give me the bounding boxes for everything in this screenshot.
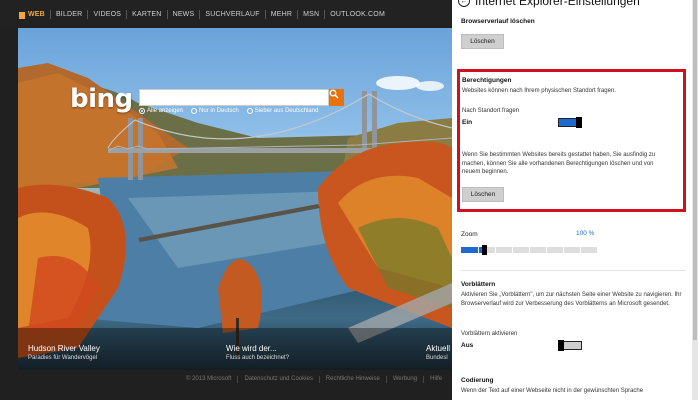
caption-title: Aktuell — [426, 344, 451, 353]
bing-top-navigation: WEB BILDER VIDEOS KARTEN NEWS SUCHVERLAUF MEHR… — [0, 0, 452, 28]
nav-item-suchverlauf[interactable]: SUCHVERLAUF — [200, 11, 264, 18]
permissions-description: Websites können nach Ihrem physischen St… — [462, 88, 616, 94]
radio-from-germany[interactable]: Sieber aus Deutschland — [246, 108, 319, 114]
location-label: Nach Standort fragen — [462, 108, 520, 114]
caption-news[interactable]: Aktuell Bundesl — [426, 344, 450, 370]
clear-permissions-button[interactable]: Löschen — [462, 187, 504, 202]
radio-label: Sieber aus Deutschland — [254, 108, 319, 114]
nav-item-web[interactable]: WEB — [18, 11, 50, 19]
panel-title: Internet Explorer-Einstellungen — [475, 0, 640, 8]
nav-item-outlook-com[interactable]: OUTLOOK.COM — [325, 11, 390, 18]
copyright: © 2013 Microsoft — [186, 376, 232, 382]
permissions-info: Wenn Sie bestimmten Websites bereits ges… — [462, 152, 656, 175]
caption-subtitle: Fluss auch bezeichnet? — [226, 355, 290, 361]
footer-link-help[interactable]: Hilfe — [424, 376, 448, 382]
zoom-segment-divider — [529, 247, 530, 253]
nav-item-bilder[interactable]: BILDER — [51, 11, 88, 18]
caption-subtitle: Bundesl — [426, 355, 448, 361]
footer-link-legal[interactable]: Rechtliche Hinweise — [320, 376, 386, 382]
nav-item-mehr[interactable]: MEHR — [266, 11, 297, 18]
zoom-slider[interactable] — [461, 245, 597, 255]
nav-item-msn[interactable]: MSN — [298, 11, 324, 18]
caption-quiz[interactable]: Wie wird der... Fluss auch bezeichnet? — [226, 344, 289, 370]
search-scope-options: Alle anzeigen Nur in Deutsch Sieber aus … — [139, 108, 318, 114]
flip-ahead-toggle-label: Vorblättern aktivieren — [461, 331, 518, 337]
location-state: Ein — [462, 119, 473, 126]
bing-page: WEB BILDER VIDEOS KARTEN NEWS SUCHVERLAUF MEHR… — [0, 0, 452, 400]
zoom-segment-divider — [478, 247, 479, 253]
radio-label: Nur in Deutsch — [199, 108, 239, 114]
encoding-heading: Codierung — [461, 377, 494, 384]
bing-footer: © 2013 Microsoft Datenschutz und Cookies… — [18, 370, 452, 388]
search-button[interactable] — [329, 89, 344, 106]
radio-all[interactable]: Alle anzeigen — [139, 108, 183, 114]
section-divider — [461, 270, 686, 271]
delete-history-button[interactable]: Löschen — [461, 34, 504, 49]
caption-subtitle: Paradies für Wandervögel — [28, 355, 98, 361]
encoding-description: Wenn der Text auf einer Webseite nicht i… — [461, 388, 644, 394]
toggle-knob[interactable] — [576, 117, 582, 128]
zoom-slider-thumb[interactable] — [482, 245, 487, 255]
zoom-segment-divider — [512, 247, 513, 253]
caption-hudson[interactable]: Hudson River Valley Paradies für Wanderv… — [28, 344, 100, 370]
radio-german-only[interactable]: Nur in Deutsch — [191, 108, 239, 114]
zoom-segment-divider — [580, 247, 581, 253]
panel-scrollbar[interactable] — [692, 0, 698, 400]
zoom-segment-divider — [546, 247, 547, 253]
nav-item-videos[interactable]: VIDEOS — [88, 11, 126, 18]
flip-ahead-description: Aktivieren Sie „Vorblättern", um zur näc… — [461, 292, 682, 307]
zoom-value: 100 % — [576, 230, 595, 237]
footer-link-ads[interactable]: Werbung — [387, 376, 423, 382]
flip-ahead-toggle[interactable] — [558, 340, 582, 351]
bing-logo[interactable]: bing — [70, 84, 133, 114]
zoom-segment-divider — [495, 247, 496, 253]
hudson-river-landscape — [18, 63, 452, 370]
toggle-knob[interactable] — [558, 340, 564, 351]
flip-ahead-heading: Vorblättern — [461, 281, 496, 288]
permissions-heading: Berechtigungen — [462, 77, 512, 84]
radio-dot[interactable] — [191, 108, 198, 114]
back-arrow-icon[interactable]: ← — [458, 0, 470, 7]
footer-link-privacy[interactable]: Datenschutz und Cookies — [238, 376, 318, 382]
zoom-slider-fill — [461, 247, 484, 253]
caption-title: Hudson River Valley — [28, 344, 100, 353]
flip-ahead-state: Aus — [461, 342, 474, 349]
nav-item-news[interactable]: NEWS — [168, 11, 200, 18]
search-input[interactable] — [139, 89, 329, 106]
radio-label: Alle anzeigen — [147, 108, 184, 114]
zoom-segment-divider — [563, 247, 564, 253]
panel-header: ← Internet Explorer-Einstellungen — [458, 0, 640, 8]
radio-dot[interactable] — [139, 108, 145, 114]
zoom-label: Zoom — [461, 231, 478, 238]
nav-item-karten[interactable]: KARTEN — [127, 11, 166, 18]
radio-dot[interactable] — [246, 108, 253, 114]
history-label: Browserverlauf löschen — [461, 18, 535, 25]
hero-image: bing Alle anzeigen Nur in Deutsch Sieber… — [18, 28, 452, 370]
caption-title: Wie wird der... — [226, 344, 277, 353]
scrollbar-thumb[interactable] — [693, 0, 697, 340]
search-icon — [329, 89, 339, 99]
settings-panel: ← Internet Explorer-Einstellungen Browse… — [452, 0, 700, 400]
location-toggle[interactable] — [558, 117, 582, 128]
